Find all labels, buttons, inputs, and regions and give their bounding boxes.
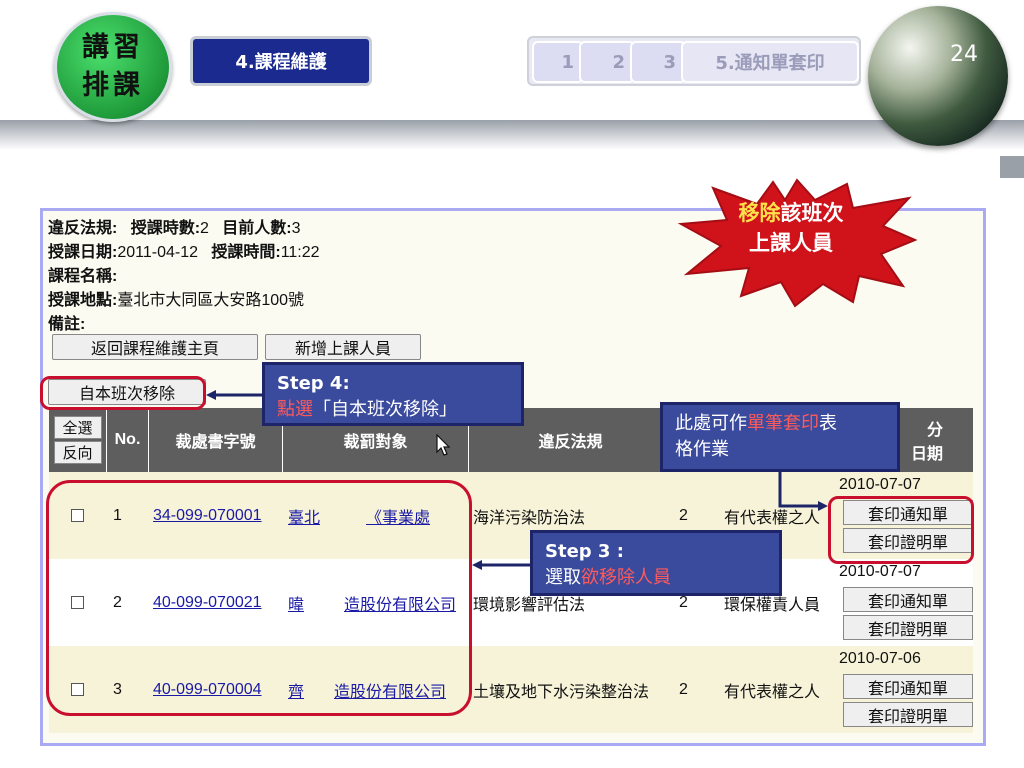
starburst-line2: 上課人員 <box>749 231 833 255</box>
starburst-text: 移除該班次 上課人員 <box>716 198 866 258</box>
print-callout-highlight: 單筆套印 <box>747 413 819 434</box>
arrow-print-head <box>818 501 828 511</box>
starburst-line1: 該班次 <box>780 201 844 225</box>
step4-title: Step 4: <box>277 373 350 394</box>
print-callout: 此處可作單筆套印表 格作業 <box>660 402 900 472</box>
arrow-print <box>778 470 822 508</box>
step3-pre: 選取 <box>545 567 581 588</box>
print-callout-pre: 此處可作 <box>675 413 747 434</box>
arrow-step4-head <box>206 390 216 400</box>
step3-title: Step 3 : <box>545 541 624 562</box>
step4-highlight: 點選 <box>277 399 313 420</box>
step4-callout: Step 4: 點選「自本班次移除」 <box>262 362 524 426</box>
print-callout-post: 表 <box>819 413 837 434</box>
step4-text: 「自本班次移除」 <box>313 399 457 420</box>
starburst-highlight: 移除 <box>738 201 781 225</box>
step3-highlight: 欲移除人員 <box>581 567 671 588</box>
arrow-step3-head <box>472 560 482 570</box>
print-callout-line2: 格作業 <box>675 439 729 460</box>
mouse-cursor-icon <box>436 434 450 456</box>
step3-callout: Step 3 : 選取欲移除人員 <box>530 530 782 596</box>
